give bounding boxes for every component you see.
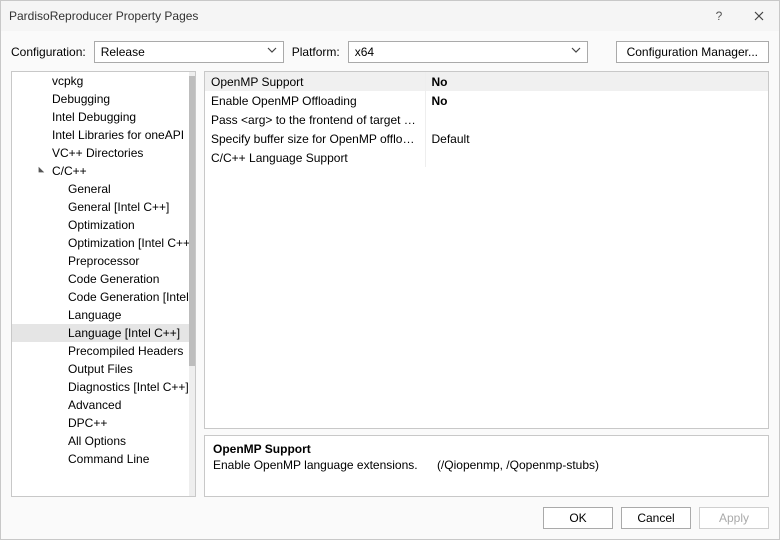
titlebar: PardisoReproducer Property Pages ? (1, 1, 779, 31)
description-panel: OpenMP Support Enable OpenMP language ex… (204, 435, 769, 497)
tree-item[interactable]: General (12, 180, 189, 198)
tree-item[interactable]: Code Generation (12, 270, 189, 288)
tree-item[interactable]: Preprocessor (12, 252, 189, 270)
tree-item[interactable]: Optimization (12, 216, 189, 234)
tree-item-label: Precompiled Headers (68, 344, 183, 358)
tree-item[interactable]: Output Files (12, 360, 189, 378)
tree-item-label: vcpkg (52, 74, 83, 88)
tree-item[interactable]: DPC++ (12, 414, 189, 432)
right-panel: OpenMP SupportNoEnable OpenMP Offloading… (204, 71, 769, 497)
tree-item[interactable]: Diagnostics [Intel C++] (12, 378, 189, 396)
tree-item-label: Optimization [Intel C++] (68, 236, 189, 250)
window-title: PardisoReproducer Property Pages (9, 9, 699, 23)
property-grid[interactable]: OpenMP SupportNoEnable OpenMP Offloading… (204, 71, 769, 429)
property-name: Pass <arg> to the frontend of target dev… (205, 110, 425, 129)
property-name: C/C++ Language Support (205, 148, 425, 167)
property-value[interactable]: No (425, 91, 768, 110)
chevron-down-icon (571, 45, 581, 55)
configuration-value: Release (101, 45, 145, 59)
tree-scrollbar[interactable] (189, 72, 195, 496)
tree-item[interactable]: Precompiled Headers (12, 342, 189, 360)
tree-item-label: Diagnostics [Intel C++] (68, 380, 189, 394)
help-button[interactable]: ? (699, 1, 739, 31)
tree-item[interactable]: Command Line (12, 450, 189, 468)
tree-item-label: Code Generation [Intel C++] (68, 290, 189, 304)
tree-item-label: General [Intel C++] (68, 200, 169, 214)
cancel-button[interactable]: Cancel (621, 507, 691, 529)
description-text: Enable OpenMP language extensions. (/Qio… (213, 458, 760, 472)
property-row[interactable]: OpenMP SupportNo (205, 72, 768, 91)
property-name: Enable OpenMP Offloading (205, 91, 425, 110)
tree-item[interactable]: C/C++ (12, 162, 189, 180)
tree-item-label: Output Files (68, 362, 133, 376)
category-tree-panel: vcpkg Debugging Intel Debugging Intel Libra… (11, 71, 196, 497)
platform-label: Platform: (292, 45, 340, 59)
category-tree[interactable]: vcpkg Debugging Intel Debugging Intel Libra… (12, 72, 189, 496)
configuration-manager-button[interactable]: Configuration Manager... (616, 41, 769, 63)
tree-item-label: Advanced (68, 398, 121, 412)
apply-button[interactable]: Apply (699, 507, 769, 529)
tree-item-label: Optimization (68, 218, 135, 232)
property-row[interactable]: Specify buffer size for OpenMP offload l… (205, 129, 768, 148)
description-title: OpenMP Support (213, 442, 760, 456)
tree-item[interactable]: All Options (12, 432, 189, 450)
ok-button[interactable]: OK (543, 507, 613, 529)
property-name: Specify buffer size for OpenMP offload l… (205, 129, 425, 148)
tree-item-label: Debugging (52, 92, 110, 106)
tree-item-label: Intel Debugging (52, 110, 136, 124)
help-icon: ? (716, 9, 723, 23)
tree-item-label: DPC++ (68, 416, 107, 430)
platform-value: x64 (355, 45, 374, 59)
property-value[interactable] (425, 148, 768, 167)
tree-item[interactable]: vcpkg (12, 72, 189, 90)
dialog-footer: OK Cancel Apply (1, 497, 779, 539)
property-row[interactable]: C/C++ Language Support (205, 148, 768, 167)
tree-item-label: Command Line (68, 452, 149, 466)
tree-scrollbar-thumb[interactable] (189, 76, 195, 366)
tree-item[interactable]: Advanced (12, 396, 189, 414)
tree-item[interactable]: Language [Intel C++] (12, 324, 189, 342)
tree-item[interactable]: Debugging (12, 90, 189, 108)
tree-item[interactable]: VC++ Directories (12, 144, 189, 162)
close-icon (754, 11, 764, 21)
tree-item[interactable]: Code Generation [Intel C++] (12, 288, 189, 306)
property-value[interactable] (425, 110, 768, 129)
tree-item-label: Language [Intel C++] (68, 326, 180, 340)
chevron-down-icon (267, 45, 277, 55)
property-row[interactable]: Pass <arg> to the frontend of target dev… (205, 110, 768, 129)
tree-item-label: Language (68, 308, 121, 322)
body: vcpkg Debugging Intel Debugging Intel Libra… (1, 71, 779, 497)
configuration-combo[interactable]: Release (94, 41, 284, 63)
tree-item-label: All Options (68, 434, 126, 448)
tree-item[interactable]: General [Intel C++] (12, 198, 189, 216)
config-bar: Configuration: Release Platform: x64 Con… (1, 31, 779, 71)
tree-item-label: C/C++ (52, 164, 87, 178)
property-row[interactable]: Enable OpenMP OffloadingNo (205, 91, 768, 110)
tree-item[interactable]: Optimization [Intel C++] (12, 234, 189, 252)
dialog-window: PardisoReproducer Property Pages ? Confi… (0, 0, 780, 540)
tree-item[interactable]: Language (12, 306, 189, 324)
tree-item-label: Code Generation (68, 272, 159, 286)
tree-item-label: VC++ Directories (52, 146, 143, 160)
tree-item[interactable]: Intel Libraries for oneAPI (12, 126, 189, 144)
tree-item-label: Preprocessor (68, 254, 139, 268)
close-button[interactable] (739, 1, 779, 31)
configuration-label: Configuration: (11, 45, 86, 59)
tree-item[interactable]: Intel Debugging (12, 108, 189, 126)
tree-item-label: General (68, 182, 111, 196)
property-value[interactable]: No (425, 72, 768, 91)
tree-item-label: Intel Libraries for oneAPI (52, 128, 184, 142)
property-value[interactable]: Default (425, 129, 768, 148)
platform-combo[interactable]: x64 (348, 41, 588, 63)
property-name: OpenMP Support (205, 72, 425, 91)
